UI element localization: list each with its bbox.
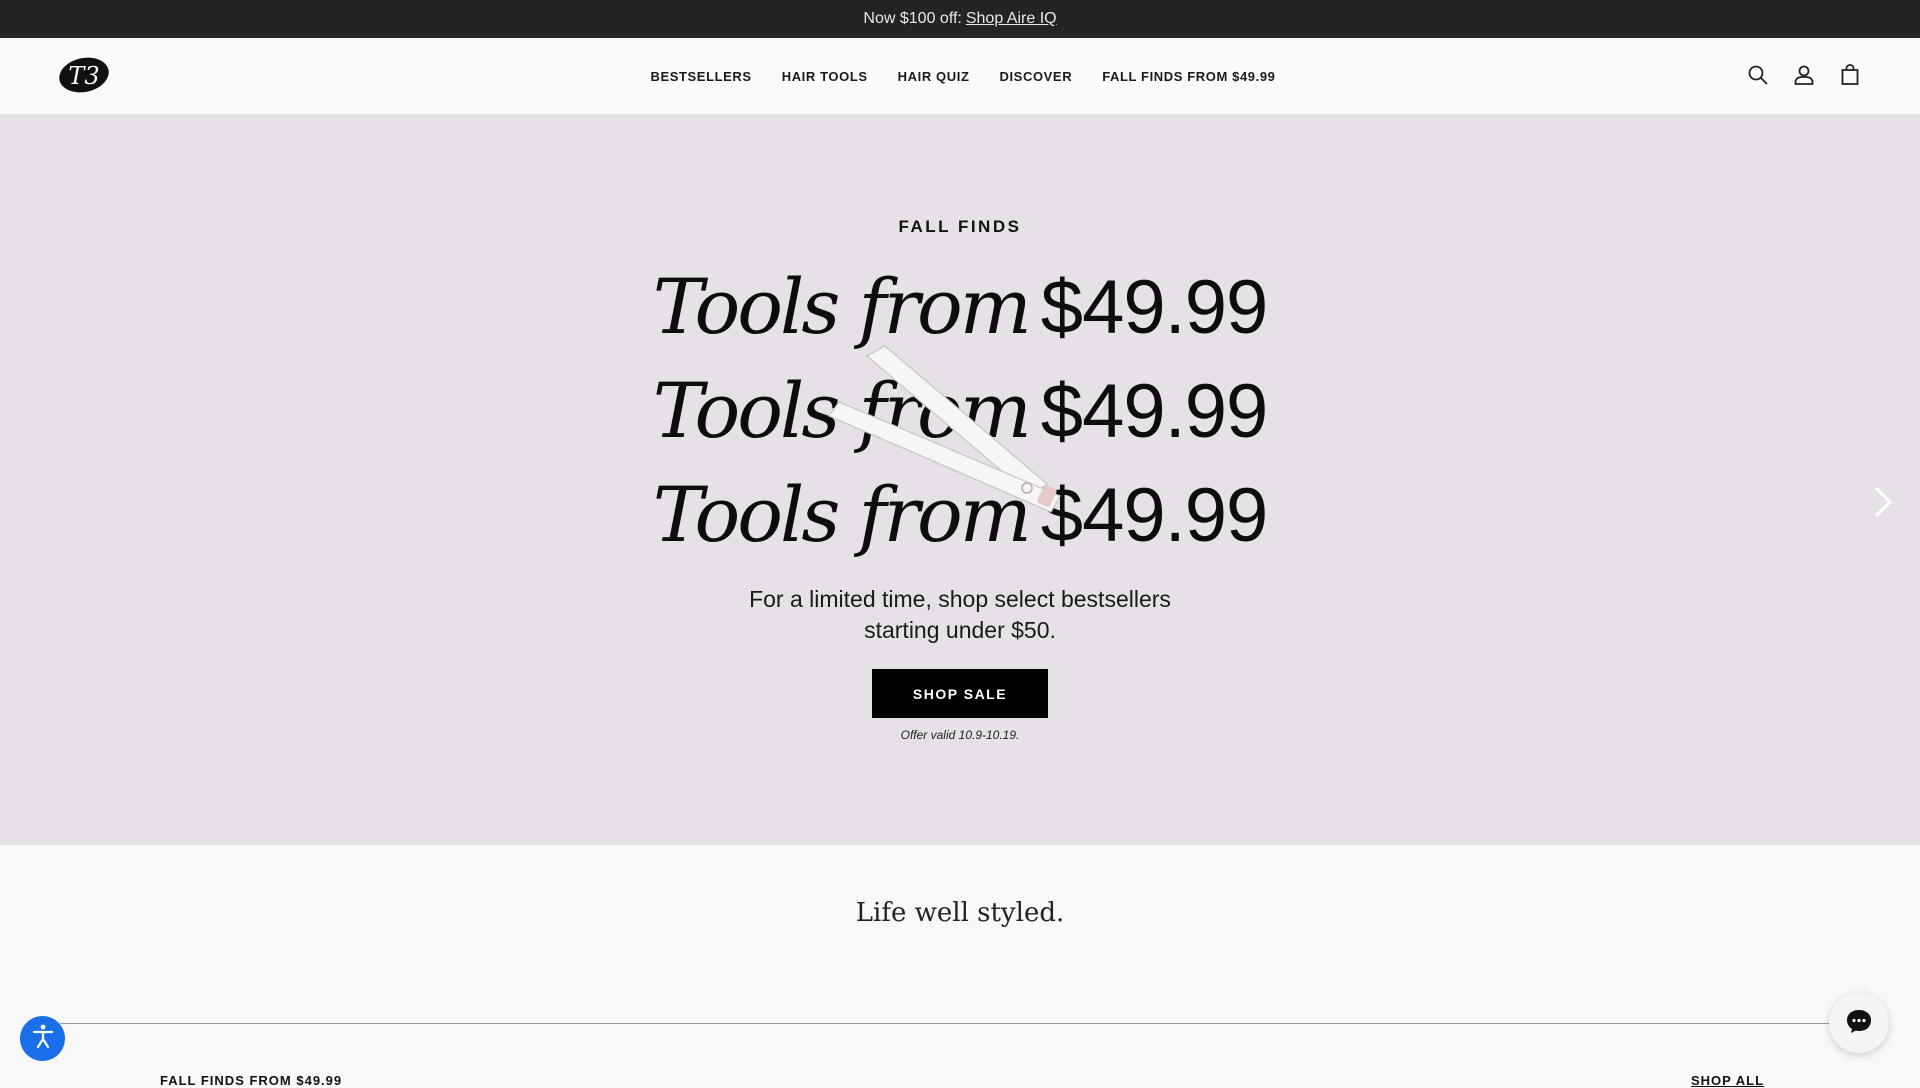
hero-subtext: For a limited time, shop select bestsell…: [0, 584, 1920, 646]
headline-price: $49.99: [1040, 369, 1268, 454]
nav-bestsellers[interactable]: BESTSELLERS: [650, 69, 751, 84]
site-header: T3 BESTSELLERS HAIR TOOLS HAIR QUIZ DISC…: [0, 38, 1920, 115]
chat-icon: [1844, 1006, 1874, 1041]
headline-price: $49.99: [1040, 473, 1268, 558]
nav-hair-tools[interactable]: HAIR TOOLS: [782, 69, 868, 84]
account-icon[interactable]: [1792, 63, 1816, 87]
nav-hair-quiz[interactable]: HAIR QUIZ: [898, 69, 970, 84]
headline-italic: Tools from: [652, 262, 1032, 351]
svg-text:T3: T3: [68, 62, 99, 90]
announcement-text: Now $100 off:: [863, 10, 962, 27]
search-icon[interactable]: [1746, 63, 1770, 87]
header-actions: [1746, 63, 1862, 87]
section-divider: [60, 1023, 1860, 1024]
shop-sale-button[interactable]: SHOP SALE: [872, 669, 1048, 718]
section-tagline: Life well styled.: [855, 898, 1065, 928]
hero-subtext-line: For a limited time, shop select bestsell…: [749, 586, 1171, 612]
accessibility-button[interactable]: [20, 1016, 65, 1061]
chat-button[interactable]: [1829, 993, 1889, 1053]
hero-banner: FALL FINDS Tools from $49.99 Tools from $4…: [0, 114, 1920, 845]
main-nav: BESTSELLERS HAIR TOOLS HAIR QUIZ DISCOVE…: [0, 38, 1920, 114]
accessibility-icon: [28, 1021, 58, 1056]
bag-icon[interactable]: [1838, 63, 1862, 87]
announcement-link[interactable]: Shop Aire IQ: [966, 10, 1057, 28]
nav-fall-finds[interactable]: FALL FINDS FROM $49.99: [1102, 69, 1275, 84]
hero-eyebrow: FALL FINDS: [898, 217, 1022, 236]
product-row-title: FALL FINDS FROM $49.99: [160, 1073, 343, 1088]
hero-headline-line: Tools from $49.99: [0, 269, 1920, 346]
t3-logo[interactable]: T3: [58, 55, 110, 95]
hero-headline-line: Tools from $49.99: [0, 477, 1920, 554]
announcement-bar: Now $100 off: Shop Aire IQ: [0, 0, 1920, 38]
offer-note: Offer valid 10.9-10.19.: [900, 728, 1020, 742]
chevron-right-icon[interactable]: [1868, 484, 1896, 520]
headline-price: $49.99: [1040, 265, 1268, 350]
hero-subtext-line: starting under $50.: [864, 617, 1056, 643]
shop-all-link[interactable]: SHOP ALL: [1691, 1073, 1764, 1088]
headline-italic: Tools from: [652, 470, 1032, 559]
nav-discover[interactable]: DISCOVER: [999, 69, 1072, 84]
hero-headline-line: Tools from $49.99: [0, 373, 1920, 450]
headline-italic: Tools from: [652, 366, 1032, 455]
